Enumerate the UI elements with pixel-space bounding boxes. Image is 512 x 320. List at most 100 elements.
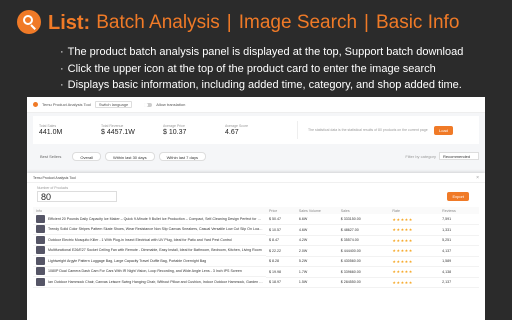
modal-header: Temu Product Analysis Tool × (27, 173, 485, 183)
product-thumbnail[interactable] (36, 235, 45, 244)
product-title[interactable]: Lightweight Argyle Pattern Luggage Bag, … (48, 259, 263, 263)
product-reviews: 1,331 (439, 224, 479, 236)
column-header-reviews[interactable]: Reviews (439, 207, 479, 214)
column-header-price[interactable]: Price (266, 207, 296, 214)
column-header-rate[interactable]: Rate (389, 207, 440, 214)
product-reviews: 4,138 (439, 266, 479, 278)
title-separator: | (364, 12, 369, 33)
divider (297, 121, 298, 139)
app-name: Temu Product Analysis Tool (42, 102, 91, 107)
product-price: $ 19.98 (266, 266, 296, 278)
product-sales-volume: 4.6W (295, 224, 338, 236)
tab-last-7-days[interactable]: Within last 7 days (158, 151, 206, 161)
product-title[interactable]: Multifunctional E26/E27 Socket Ceiling F… (48, 248, 263, 252)
tab-overall[interactable]: Overall (72, 151, 102, 161)
stat-total-sales: Total Sales 441.0M (39, 124, 87, 136)
table-row: Lightweight Argyle Pattern Luggage Bag, … (33, 256, 479, 267)
product-title[interactable]: 1080P Dual Camera Dash Cam For Cars With… (48, 269, 263, 273)
hero-title: List: Batch Analysis | Image Search | Ba… (48, 10, 459, 36)
stat-label: Total Sales (39, 124, 57, 128)
product-info-cell: Efficient 20 Pounds Daily Capacity Ice M… (33, 214, 266, 225)
category-filter: Filter by category Recommended (405, 152, 479, 160)
product-thumbnail[interactable] (36, 225, 45, 234)
stat-label: Average Price (163, 124, 185, 128)
table-row: Efficient 20 Pounds Daily Capacity Ice M… (33, 214, 479, 225)
product-info-cell: Trendy Solid Color Stripes Pattern Skate… (33, 225, 266, 235)
product-title[interactable]: Ian Outdoor Hammock Chair, Canvas Leisur… (48, 280, 263, 284)
count-row: 80 Export (37, 191, 475, 202)
product-price: $ 8.28 (266, 256, 296, 267)
translation-toggle[interactable] (144, 102, 153, 107)
products-table: Info Price Sales Volume Sales Rate Revie… (33, 207, 479, 288)
stats-tip: The statistical data is the statistical … (308, 127, 428, 132)
stats-panel: Total Sales 441.0M Total Revenue $ 4457.… (33, 116, 479, 144)
stat-value: $ 4457.1W (101, 129, 135, 136)
translation-toggle-label: Allow translation (156, 102, 186, 107)
bullet-item: Displays basic information, including ad… (60, 77, 500, 94)
product-title[interactable]: Efficient 20 Pounds Daily Capacity Ice M… (48, 217, 263, 221)
product-count-block: Number of Products 80 Export (27, 183, 485, 202)
table-row: Ian Outdoor Hammock Chair, Canvas Leisur… (33, 277, 479, 288)
stat-total-revenue: Total Revenue $ 4457.1W (101, 124, 149, 136)
column-header-info[interactable]: Info (33, 207, 266, 214)
product-sales: $ 48627.00 (337, 224, 390, 236)
product-thumbnail[interactable] (36, 214, 45, 223)
product-info-cell: Lightweight Argyle Pattern Luggage Bag, … (33, 256, 266, 267)
product-reviews: 7,591 (439, 214, 479, 225)
product-sales: $ 333150.00 (337, 214, 390, 225)
product-sales-volume: 1.7W (295, 266, 338, 278)
product-thumbnail[interactable] (36, 246, 45, 255)
title-part-basic-info: Basic Info (375, 12, 460, 33)
product-reviews: 5,251 (439, 235, 479, 246)
product-price: $ 10.57 (266, 224, 296, 236)
tab-last-30-days[interactable]: Within last 30 days (105, 151, 155, 161)
load-button[interactable]: Load (434, 125, 453, 135)
product-thumbnail[interactable] (36, 256, 45, 265)
title-part-batch-analysis: Batch Analysis (96, 12, 220, 33)
product-sales: $ 444400.00 (337, 245, 390, 257)
app-screenshot: Temu Product Analysis Tool Switch langua… (27, 97, 485, 320)
product-sales-volume: 6.6W (295, 214, 338, 225)
analysis-modal: Temu Product Analysis Tool × Number of P… (27, 173, 485, 320)
table-row: Trendy Solid Color Stripes Pattern Skate… (33, 224, 479, 236)
product-sales: $ 430560.00 (337, 256, 390, 267)
product-reviews: 4,137 (439, 245, 479, 257)
title-separator: | (226, 12, 232, 33)
product-thumbnail[interactable] (36, 267, 45, 276)
filter-label: Filter by category (405, 153, 436, 159)
export-button[interactable]: Export (447, 192, 469, 201)
product-price: $ 22.22 (266, 245, 296, 257)
stat-value: 4.67 (225, 129, 239, 136)
product-price: $ 8.47 (266, 235, 296, 246)
category-select[interactable]: Recommended (439, 152, 479, 160)
table-header-row: Info Price Sales Volume Sales Rate Revie… (33, 207, 479, 214)
product-price: $ 50.47 (266, 214, 296, 225)
product-info-cell: Ian Outdoor Hammock Chair, Canvas Leisur… (33, 277, 266, 288)
product-thumbnail[interactable] (36, 277, 45, 286)
product-sales-volume: 4.2W (295, 235, 338, 246)
title-part-image-search: Image Search (238, 12, 358, 33)
stat-average-price: Average Price $ 10.37 (163, 124, 211, 136)
product-title[interactable]: Trendy Solid Color Stripes Pattern Skate… (48, 227, 263, 231)
product-sales-volume: 5.2W (295, 256, 338, 267)
product-reviews: 1,589 (439, 256, 479, 267)
rating-stars-icon: ★★★★★ (389, 256, 440, 267)
close-icon[interactable]: × (476, 175, 479, 181)
product-price: $ 18.97 (266, 277, 296, 288)
rating-stars-icon: ★★★★★ (389, 235, 440, 246)
column-header-sales-volume[interactable]: Sales Volume (295, 207, 338, 214)
product-info-cell: 1080P Dual Camera Dash Cam For Cars With… (33, 267, 266, 277)
magnifier-logo-icon (17, 10, 41, 34)
app-toolbar: Temu Product Analysis Tool Switch langua… (27, 97, 485, 113)
language-select[interactable]: Switch language (94, 101, 133, 108)
stat-value: 441.0M (39, 129, 63, 136)
column-header-sales[interactable]: Sales (337, 207, 390, 214)
list-word: List: (48, 11, 91, 34)
count-label: Number of Products (37, 186, 69, 190)
stat-average-score: Average Score 4.67 (225, 124, 273, 136)
stat-label: Average Score (225, 124, 249, 128)
product-sales-volume: 1.5W (295, 277, 338, 288)
rating-stars-icon: ★★★★★ (389, 277, 440, 288)
product-sales-volume: 2.0W (295, 245, 338, 257)
product-title[interactable]: Outdoor Electric Mosquito Killer - 1 Wit… (48, 238, 263, 242)
